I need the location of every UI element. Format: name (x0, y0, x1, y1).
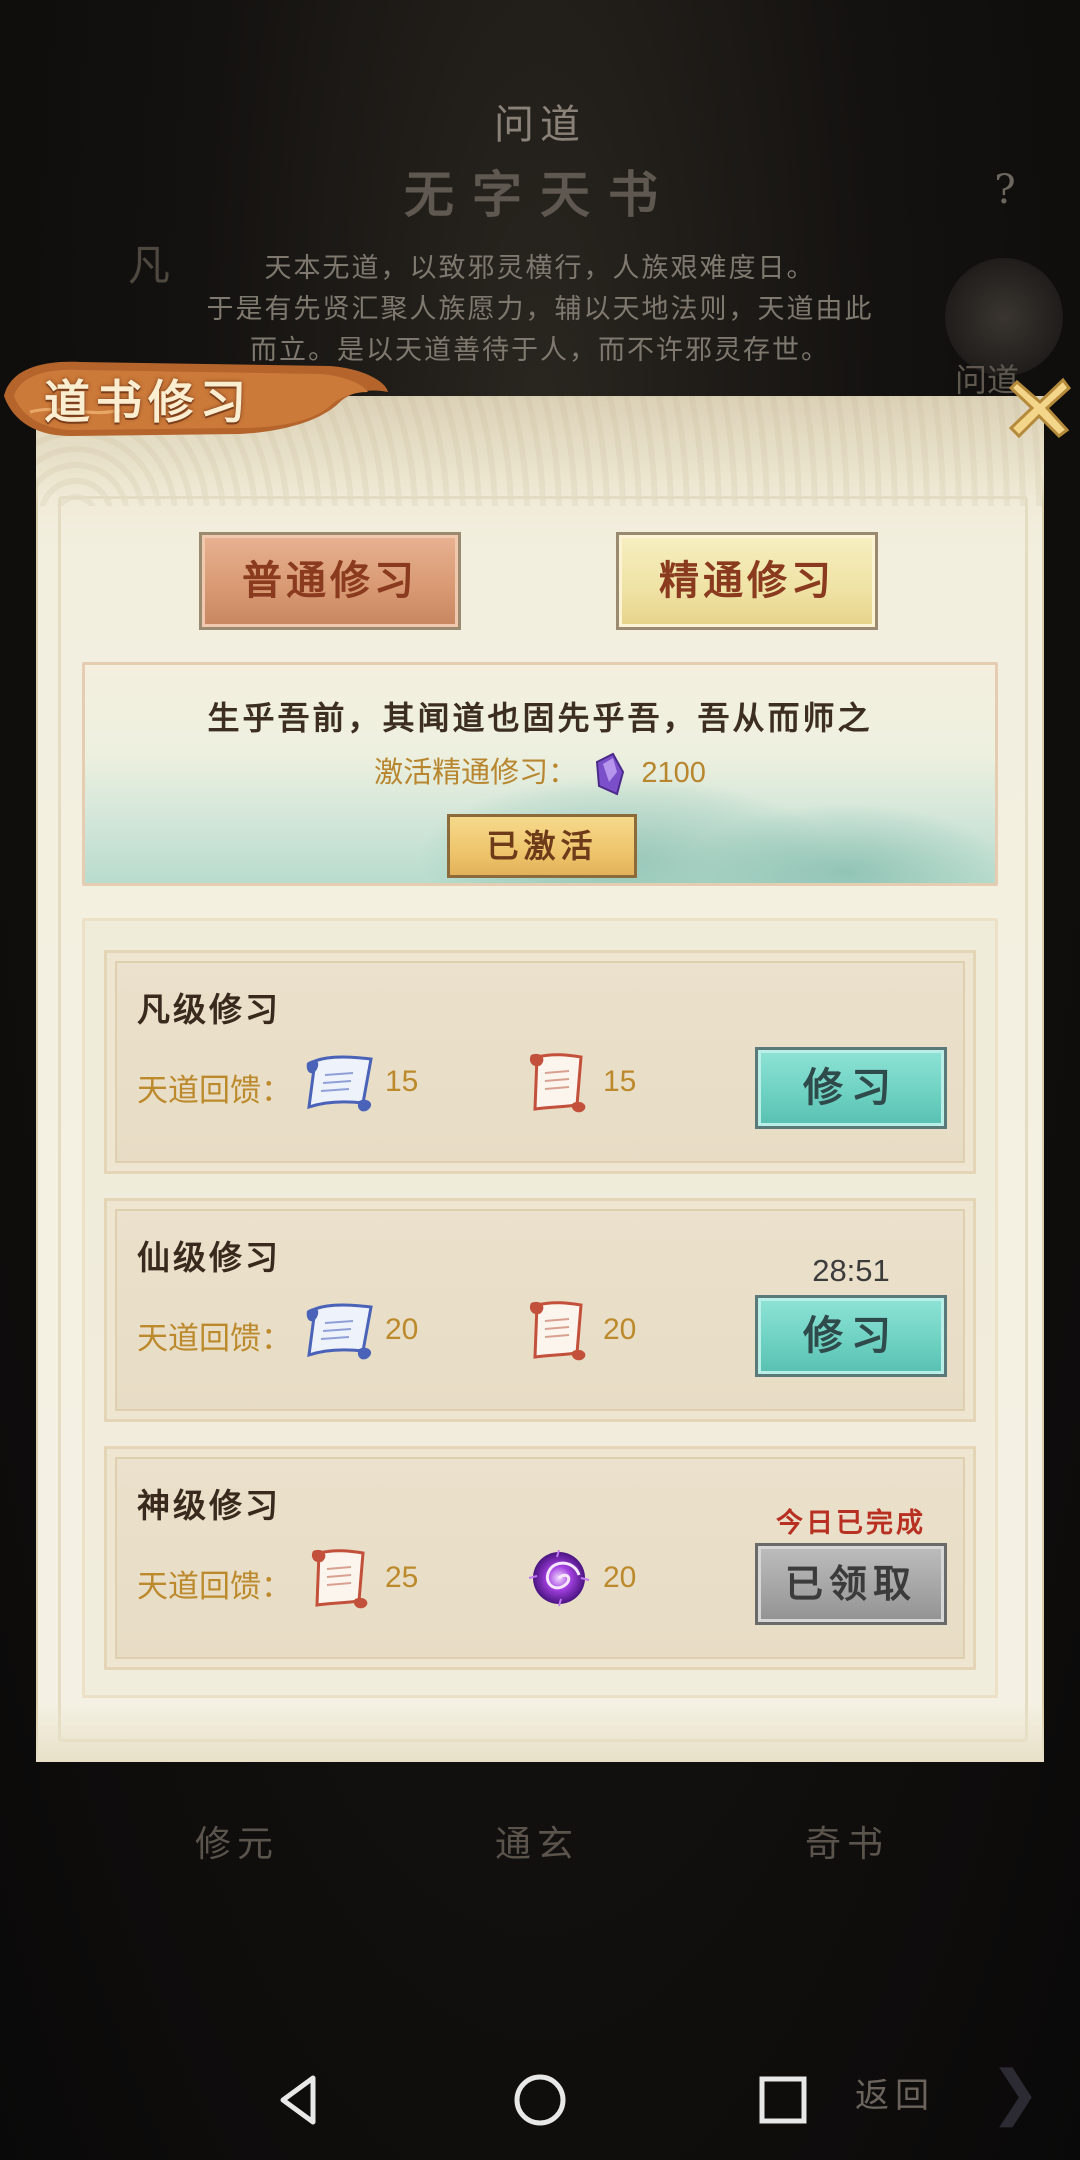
background-back-label: 返回 (855, 2076, 935, 2116)
description-line: 天本无道，以致邪灵横行，人族艰难度日。 (264, 253, 816, 284)
reward-label: 天道回馈： (137, 1321, 292, 1356)
purple-crystal-icon (596, 753, 625, 796)
claimed-button[interactable]: 已领取 (755, 1543, 947, 1625)
background-tab-qishu: 奇书 (805, 1824, 890, 1865)
circle-home-icon[interactable] (505, 2070, 575, 2130)
activation-cost-value: 2100 (641, 757, 706, 789)
reward-qty: 15 (385, 1065, 419, 1098)
tier-card-mortal: 凡级修习 天道回馈： 15 15 修习 (104, 950, 976, 1174)
close-icon[interactable] (1005, 372, 1075, 442)
reward-label: 天道回馈： (137, 1569, 292, 1604)
tier-card-immortal: 仙级修习 28:51 天道回馈： 20 20 修习 (104, 1198, 976, 1422)
study-button[interactable]: 修习 (755, 1047, 947, 1129)
reward-qty: 25 (385, 1561, 419, 1594)
background-header-small: 问道 (494, 102, 586, 148)
activation-cost-label: 激活精通修习： (374, 757, 578, 789)
purple-vortex-orb-icon (528, 1549, 590, 1607)
activated-button[interactable]: 已激活 (447, 814, 637, 878)
activation-motto: 生乎吾前，其闻道也固先乎吾，吾从而师之 (207, 699, 873, 737)
activation-cost-row: 激活精通修习： 2100 (85, 749, 995, 796)
reward-qty: 15 (603, 1065, 637, 1098)
study-button[interactable]: 修习 (755, 1295, 947, 1377)
chevron-right-icon: ❯ (990, 2058, 1041, 2128)
dialog-title: 道书修习 (44, 375, 252, 429)
red-scroll-icon (529, 1053, 586, 1113)
reward-label: 天道回馈： (137, 1073, 292, 1108)
dialog-bottom-pattern (36, 1702, 1044, 1762)
completed-today-note: 今日已完成 (776, 1508, 926, 1539)
reward-qty: 20 (603, 1313, 637, 1346)
red-scroll-icon (311, 1549, 368, 1609)
reward-qty: 20 (385, 1313, 419, 1346)
triangle-back-icon[interactable] (265, 2070, 335, 2130)
background-tab-tongxuan: 通玄 (495, 1824, 580, 1865)
description-line: 于是有先贤汇聚人族愿力，辅以天地法则，天道由此 (206, 294, 874, 325)
background-book-title: 无字天书 (404, 165, 676, 224)
blue-scroll-icon (306, 1055, 373, 1112)
tier-name: 凡级修习 (137, 990, 281, 1029)
tier-card-divine: 神级修习 今日已完成 天道回馈： 25 20 已领取 (104, 1446, 976, 1670)
tab-expert-study[interactable]: 精通修习 (616, 532, 878, 630)
help-icon: ? (994, 167, 1016, 213)
square-recents-icon[interactable] (748, 2070, 818, 2130)
blue-scroll-icon (306, 1303, 373, 1360)
tab-normal-study[interactable]: 普通修习 (199, 532, 461, 630)
tier-name: 神级修习 (137, 1486, 281, 1525)
cooldown-timer: 28:51 (812, 1253, 890, 1288)
background-tab-xiuyuan: 修元 (195, 1824, 280, 1865)
activation-panel: 生乎吾前，其闻道也固先乎吾，吾从而师之 激活精通修习： 2100 已激活 (82, 662, 998, 886)
reward-qty: 20 (603, 1561, 637, 1594)
tier-name: 仙级修习 (137, 1238, 281, 1277)
red-scroll-icon (529, 1301, 586, 1361)
